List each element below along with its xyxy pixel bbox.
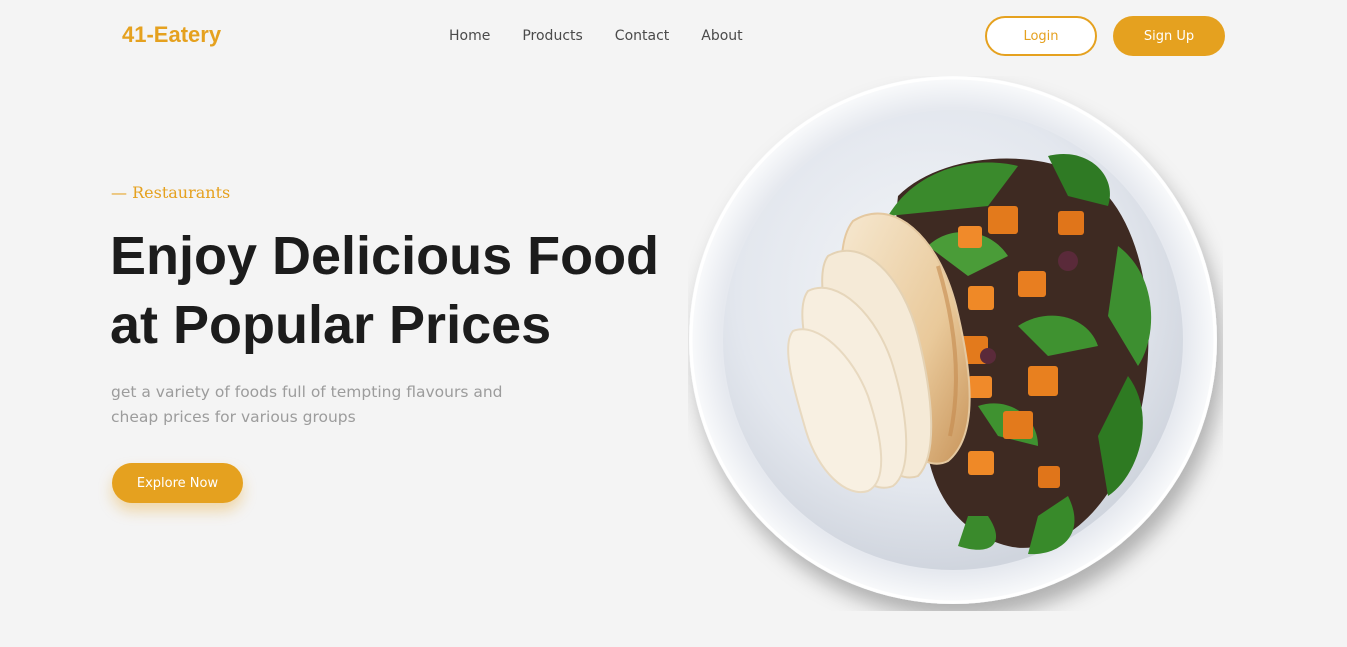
hero-headline: Enjoy Delicious Food at Popular Prices [110, 222, 670, 360]
explore-now-button[interactable]: Explore Now [112, 463, 243, 503]
hero-subtext-line1: get a variety of foods full of tempting … [111, 383, 503, 401]
signup-button[interactable]: Sign Up [1113, 16, 1225, 56]
plate-image [689, 76, 1217, 604]
hero-food-image [688, 76, 1223, 611]
nav-item-about[interactable]: About [701, 28, 742, 44]
hero-subtext: get a variety of foods full of tempting … [111, 380, 541, 430]
nav-item-home[interactable]: Home [449, 28, 490, 44]
hero-headline-line2: at Popular Prices [110, 295, 552, 355]
main-nav: Home Products Contact About [449, 28, 743, 44]
hero-subtext-line2: cheap prices for various groups [111, 408, 356, 426]
logo[interactable]: 41-Eatery [122, 22, 221, 48]
hero-eyebrow: — Restaurants [111, 183, 231, 202]
hero-headline-line1: Enjoy Delicious Food [110, 226, 660, 286]
login-button[interactable]: Login [985, 16, 1097, 56]
nav-item-products[interactable]: Products [522, 28, 582, 44]
nav-item-contact[interactable]: Contact [615, 28, 669, 44]
